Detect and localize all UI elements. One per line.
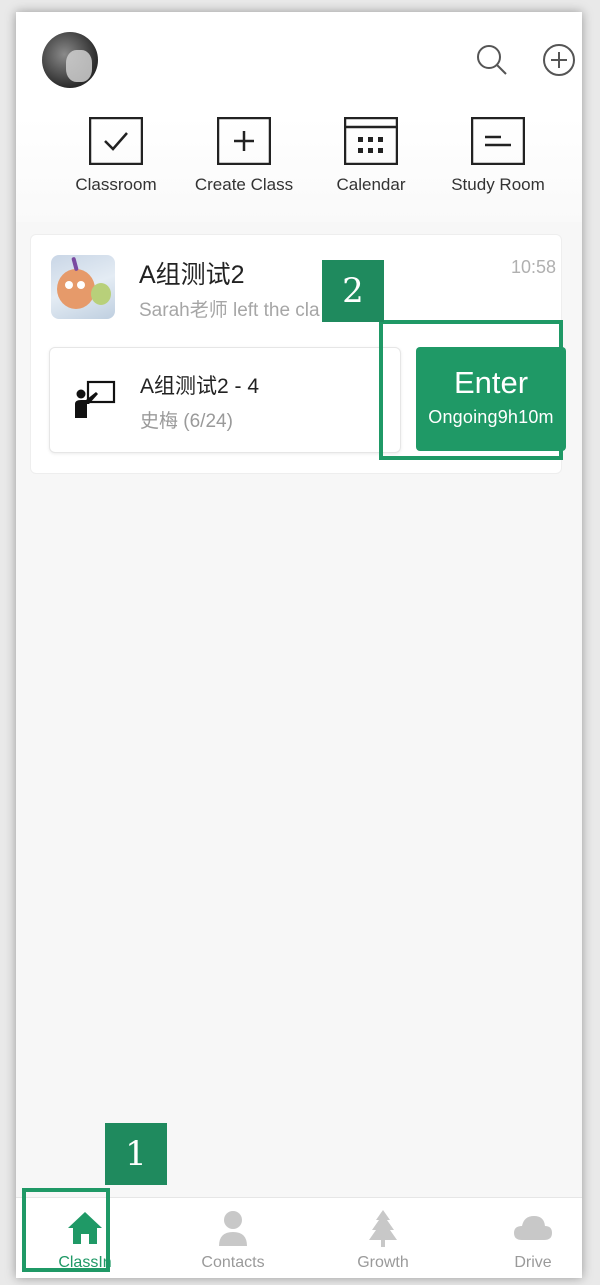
small-bird-illustration: [91, 283, 111, 305]
enter-highlight-box: [379, 320, 563, 460]
tab-drive-label: Drive: [514, 1254, 552, 1271]
person-icon: [219, 1211, 247, 1246]
calendar-label: Calendar: [336, 175, 406, 194]
step-badge-2: 2: [322, 260, 384, 322]
study-room-icon: [471, 117, 525, 165]
calendar-icon: [344, 117, 398, 165]
classin-tab-highlight-box: [22, 1188, 110, 1272]
tab-drive[interactable]: Drive: [463, 1198, 582, 1278]
tab-growth[interactable]: Growth: [313, 1198, 453, 1278]
screenshot-frame: Classroom Create Class Calendar Study Ro…: [0, 0, 600, 1285]
group-title: A组测试2: [139, 261, 245, 289]
step-badge-1: 1: [105, 1123, 167, 1185]
study-room-label: Study Room: [451, 175, 545, 194]
bird-illustration: [57, 269, 95, 309]
group-thumbnail: [51, 255, 115, 319]
search-icon[interactable]: [474, 42, 510, 78]
avatar-face: [66, 50, 92, 82]
calendar-button[interactable]: Calendar: [308, 117, 434, 195]
group-time: 10:58: [511, 257, 557, 277]
app-screen: Classroom Create Class Calendar Study Ro…: [16, 12, 582, 1278]
avatar[interactable]: [42, 32, 98, 88]
top-bar: [16, 12, 582, 132]
add-circle-icon[interactable]: [541, 42, 577, 78]
classroom-label: Classroom: [75, 175, 157, 194]
lesson-teacher-count: 史梅 (6/24): [140, 411, 233, 432]
create-class-label: Create Class: [194, 175, 294, 194]
tab-growth-label: Growth: [357, 1254, 409, 1271]
classroom-button[interactable]: Classroom: [53, 117, 179, 195]
teacher-board-icon: [75, 380, 116, 418]
study-room-button[interactable]: Study Room: [435, 117, 561, 195]
cloud-icon: [514, 1216, 552, 1240]
checkbox-icon: [89, 117, 143, 165]
tree-icon: [369, 1210, 397, 1247]
plus-box-icon: [217, 117, 271, 165]
tab-contacts[interactable]: Contacts: [163, 1198, 303, 1278]
create-class-button[interactable]: Create Class: [181, 117, 307, 195]
quick-actions: Classroom Create Class Calendar Study Ro…: [16, 117, 582, 222]
lesson-item[interactable]: A组测试2 - 4 史梅 (6/24): [49, 347, 401, 453]
tab-contacts-label: Contacts: [201, 1254, 265, 1271]
lesson-title: A组测试2 - 4: [140, 375, 260, 398]
